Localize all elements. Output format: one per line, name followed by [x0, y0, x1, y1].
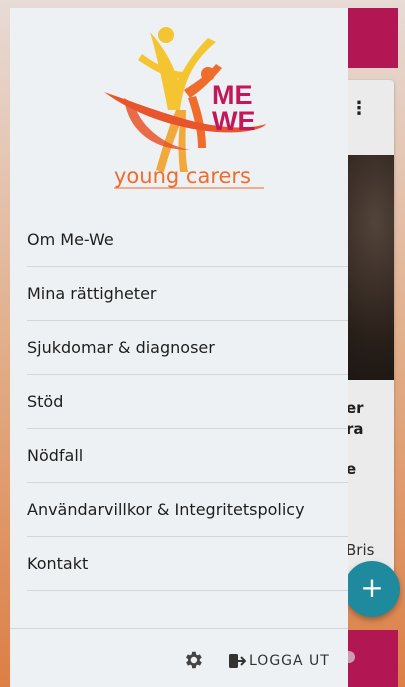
navigation-drawer: ME WE young carers Om Me-We Mina rättigh… [10, 8, 348, 687]
logo-we-text: WE [212, 106, 256, 136]
logo-tagline: young carers [114, 164, 251, 188]
logout-icon [229, 654, 246, 668]
menu-item-kontakt[interactable]: Kontakt [27, 537, 348, 591]
drawer-menu: Om Me-We Mina rättigheter Sjukdomar & di… [27, 213, 348, 591]
footer-divider [10, 628, 348, 629]
gear-icon[interactable] [182, 649, 204, 671]
menu-item-label: Användarvillkor & Integritetspolicy [27, 500, 305, 519]
menu-item-om-me-we[interactable]: Om Me-We [27, 213, 348, 267]
menu-item-anvandarvillkor[interactable]: Användarvillkor & Integritetspolicy [27, 483, 348, 537]
me-we-logo: ME WE young carers [104, 27, 266, 189]
menu-item-label: Kontakt [27, 554, 89, 573]
logout-label: LOGGA UT [249, 653, 330, 669]
menu-item-label: Stöd [27, 392, 64, 411]
logout-button[interactable]: LOGGA UT [228, 650, 330, 672]
add-button[interactable]: + [344, 561, 400, 617]
menu-item-label: Mina rättigheter [27, 284, 157, 303]
menu-item-sjukdomar-diagnoser[interactable]: Sjukdomar & diagnoser [27, 321, 348, 375]
menu-item-label: Nödfall [27, 446, 84, 465]
menu-item-nodfall[interactable]: Nödfall [27, 429, 348, 483]
menu-item-label: Sjukdomar & diagnoser [27, 338, 215, 357]
menu-item-mina-rattigheter[interactable]: Mina rättigheter [27, 267, 348, 321]
menu-item-label: Om Me-We [27, 230, 114, 249]
menu-item-stod[interactable]: Stöd [27, 375, 348, 429]
